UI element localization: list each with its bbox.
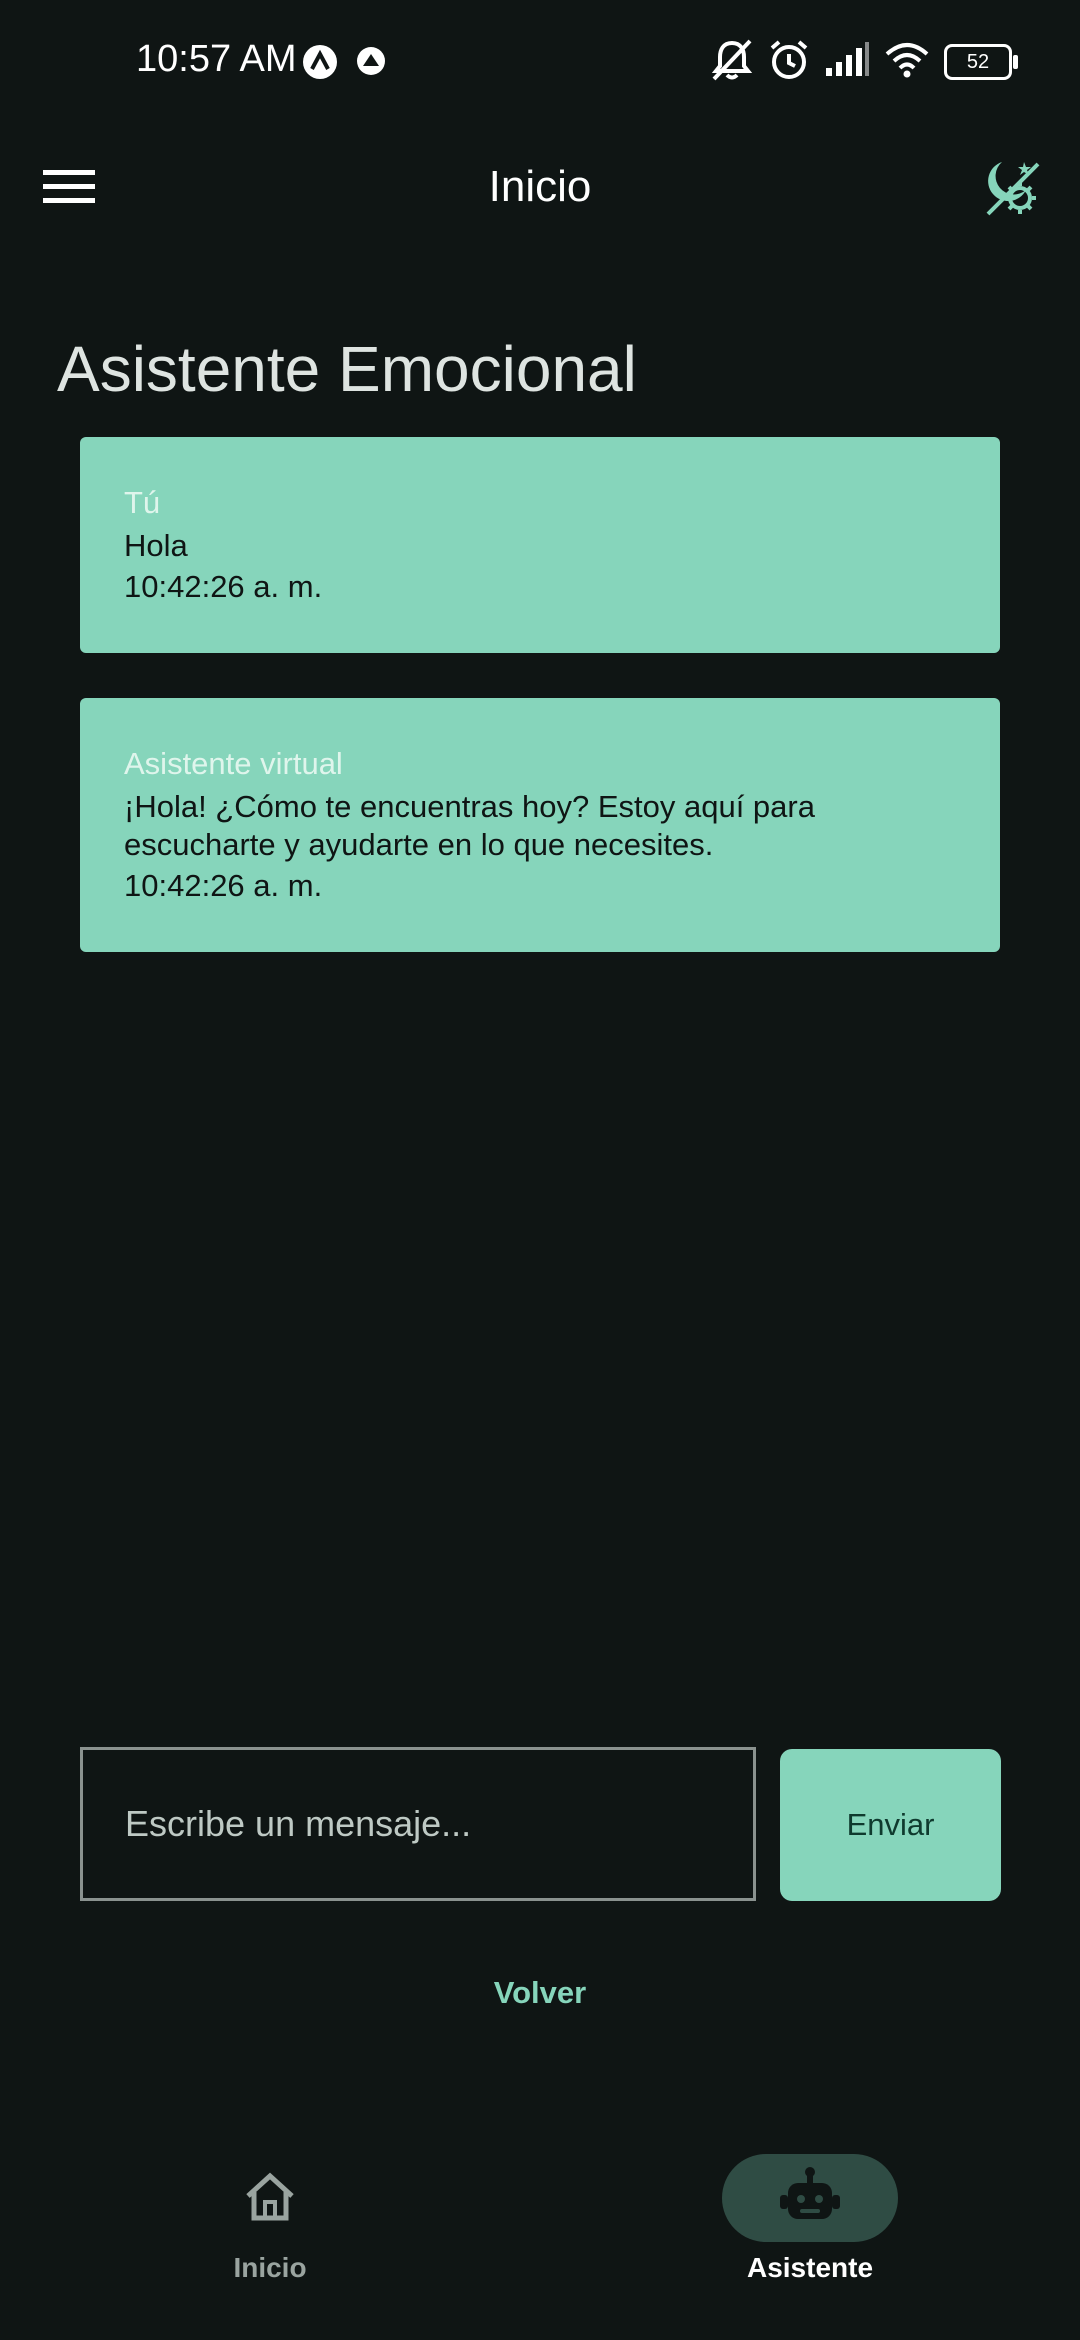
nav-item-asistente[interactable]: Asistente <box>690 2154 930 2304</box>
nav-item-inicio[interactable]: Inicio <box>150 2154 390 2304</box>
message-time: 10:42:26 a. m. <box>124 569 323 604</box>
app-bar-title: Inicio <box>488 162 592 211</box>
home-icon <box>242 2170 298 2227</box>
top-app-bar: Inicio <box>0 126 1080 252</box>
status-time: 10:57 AM <box>136 38 297 80</box>
chat-message-assistant: Asistente virtual ¡Hola! ¿Cómo te encuen… <box>80 698 1000 952</box>
back-button[interactable]: Volver <box>0 1975 1080 2011</box>
nav-label: Asistente <box>746 2252 874 2283</box>
bottom-navigation: Inicio Asistente <box>0 2112 1080 2340</box>
app-notification-icon-2 <box>354 44 388 78</box>
send-button[interactable]: Enviar <box>780 1749 1001 1901</box>
alarm-icon <box>768 39 810 86</box>
message-input[interactable] <box>80 1747 756 1901</box>
theme-toggle-icon <box>980 156 1044 225</box>
message-sender: Tú <box>124 485 161 520</box>
nav-pill-active <box>722 2154 898 2242</box>
robot-icon <box>778 2166 842 2230</box>
battery-icon: 52 <box>944 44 1018 80</box>
app-notification-icon <box>302 44 337 79</box>
nav-pill <box>182 2154 358 2242</box>
message-text: ¡Hola! ¿Cómo te encuentras hoy? Estoy aq… <box>124 789 815 862</box>
status-bar: 10:57 AM 52 <box>0 0 1080 126</box>
signal-icon <box>824 41 870 83</box>
page-title: Asistente Emocional <box>57 333 637 405</box>
theme-toggle-button[interactable] <box>974 152 1050 228</box>
wifi-icon <box>884 42 930 83</box>
nav-label: Inicio <box>233 2252 307 2283</box>
message-text: Hola <box>124 528 188 563</box>
chat-message-user: Tú Hola 10:42:26 a. m. <box>80 437 1000 653</box>
mute-icon <box>710 39 754 86</box>
message-time: 10:42:26 a. m. <box>124 868 323 903</box>
message-sender: Asistente virtual <box>124 746 343 781</box>
